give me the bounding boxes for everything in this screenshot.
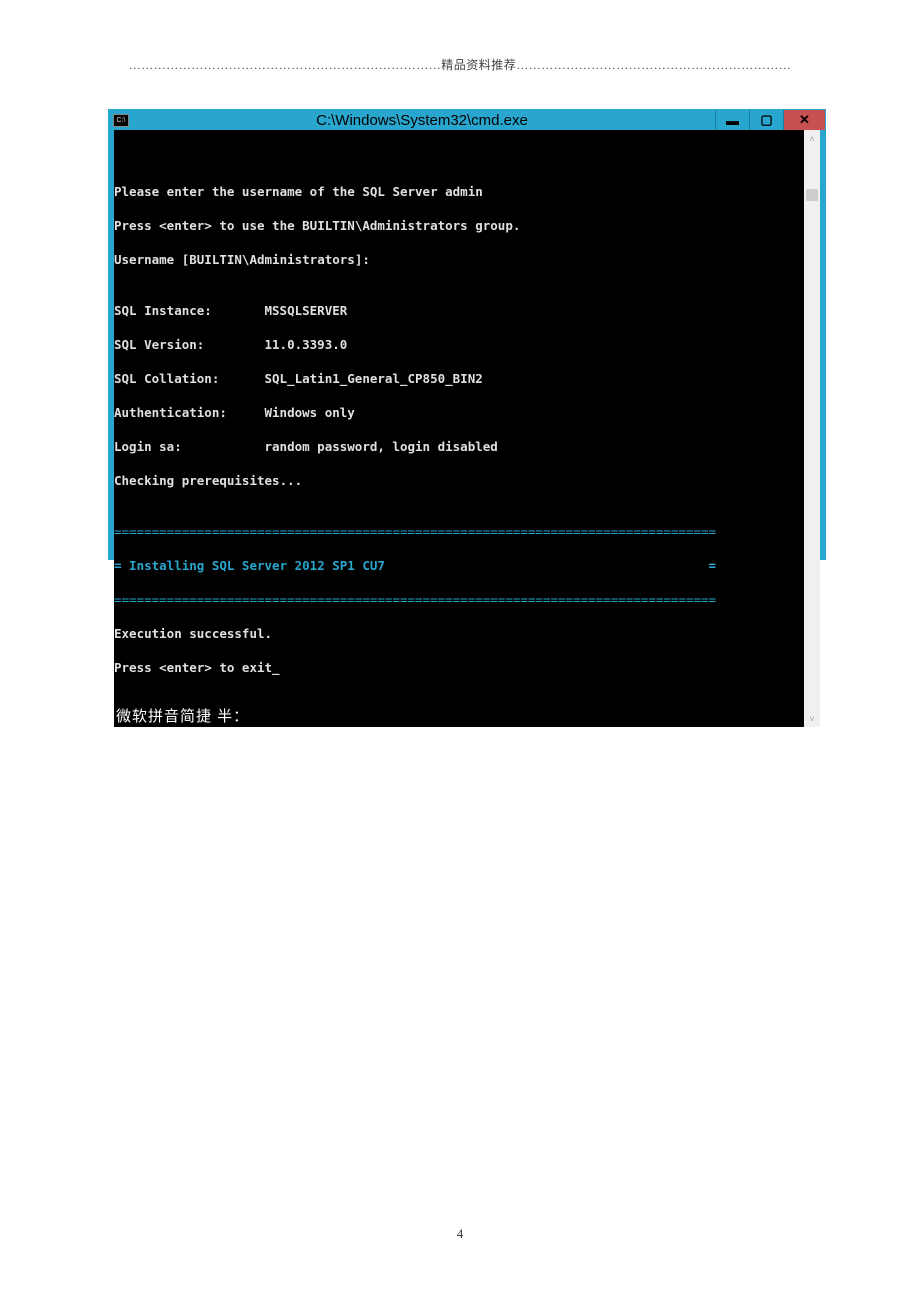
terminal-prop-row: Login sa:random password, login disabled (114, 438, 804, 455)
chevron-up-icon: ˄ (809, 134, 814, 144)
prop-key: SQL Instance: (114, 302, 265, 319)
cmd-icon[interactable]: C:\ (113, 114, 129, 127)
terminal-line: Username [BUILTIN\Administrators]: (114, 251, 804, 268)
scroll-track[interactable] (804, 147, 820, 710)
header-dots-right: ………………………………………………………… (516, 58, 791, 72)
minimize-icon: ▬ (726, 113, 739, 128)
terminal-line: Checking prerequisites... (114, 472, 804, 489)
terminal-prop-row: SQL Instance:MSSQLSERVER (114, 302, 804, 319)
close-button[interactable]: ✕ (783, 110, 825, 130)
prop-value: random password, login disabled (265, 438, 498, 455)
prop-key: SQL Collation: (114, 370, 265, 387)
cmd-window: C:\ C:\Windows\System32\cmd.exe ▬ ▢ ✕ Pl… (108, 109, 826, 560)
prop-value: MSSQLSERVER (265, 302, 348, 319)
prop-value: SQL_Latin1_General_CP850_BIN2 (265, 370, 483, 387)
terminal-line: = Installing SQL Server 2012 SP1 CU7 = (114, 557, 804, 574)
prop-key: Authentication: (114, 404, 265, 421)
prop-key: SQL Version: (114, 336, 265, 353)
vertical-scrollbar[interactable]: ˄ ˅ (804, 130, 820, 727)
terminal-output[interactable]: Please enter the username of the SQL Ser… (114, 130, 804, 727)
title-bar[interactable]: C:\ C:\Windows\System32\cmd.exe ▬ ▢ ✕ (109, 110, 825, 130)
scroll-up-button[interactable]: ˄ (804, 130, 820, 147)
terminal-line: Execution successful. (114, 625, 804, 642)
maximize-icon: ▢ (760, 112, 772, 128)
scroll-thumb[interactable] (806, 189, 818, 201)
minimize-button[interactable]: ▬ (715, 110, 749, 130)
ime-status: 微软拼音简捷 半： (116, 708, 249, 725)
cmd-client-area: Please enter the username of the SQL Ser… (114, 130, 820, 727)
cmd-icon-text: C:\ (117, 117, 126, 124)
page-number: 4 (0, 1226, 920, 1242)
window-buttons: ▬ ▢ ✕ (715, 110, 825, 130)
terminal-sep: ========================================… (114, 523, 804, 540)
terminal-line: Press <enter> to use the BUILTIN\Adminis… (114, 217, 804, 234)
header-dots-left: ………………………………………………………………… (129, 58, 442, 72)
chevron-down-icon: ˅ (809, 714, 814, 724)
terminal-prop-row: SQL Collation:SQL_Latin1_General_CP850_B… (114, 370, 804, 387)
terminal-sep: ========================================… (114, 591, 804, 608)
terminal-prop-row: Authentication:Windows only (114, 404, 804, 421)
prop-value: Windows only (265, 404, 355, 421)
page-header: …………………………………………………………………精品资料推荐………………………… (0, 56, 920, 73)
terminal-prop-row: SQL Version:11.0.3393.0 (114, 336, 804, 353)
window-title: C:\Windows\System32\cmd.exe (129, 112, 715, 129)
prop-key: Login sa: (114, 438, 265, 455)
maximize-button[interactable]: ▢ (749, 110, 783, 130)
scroll-down-button[interactable]: ˅ (804, 710, 820, 727)
prop-value: 11.0.3393.0 (265, 336, 348, 353)
close-icon: ✕ (799, 112, 810, 128)
terminal-line: Please enter the username of the SQL Ser… (114, 183, 804, 200)
header-text: 精品资料推荐 (441, 58, 516, 72)
terminal-line: Press <enter> to exit_ (114, 659, 804, 676)
